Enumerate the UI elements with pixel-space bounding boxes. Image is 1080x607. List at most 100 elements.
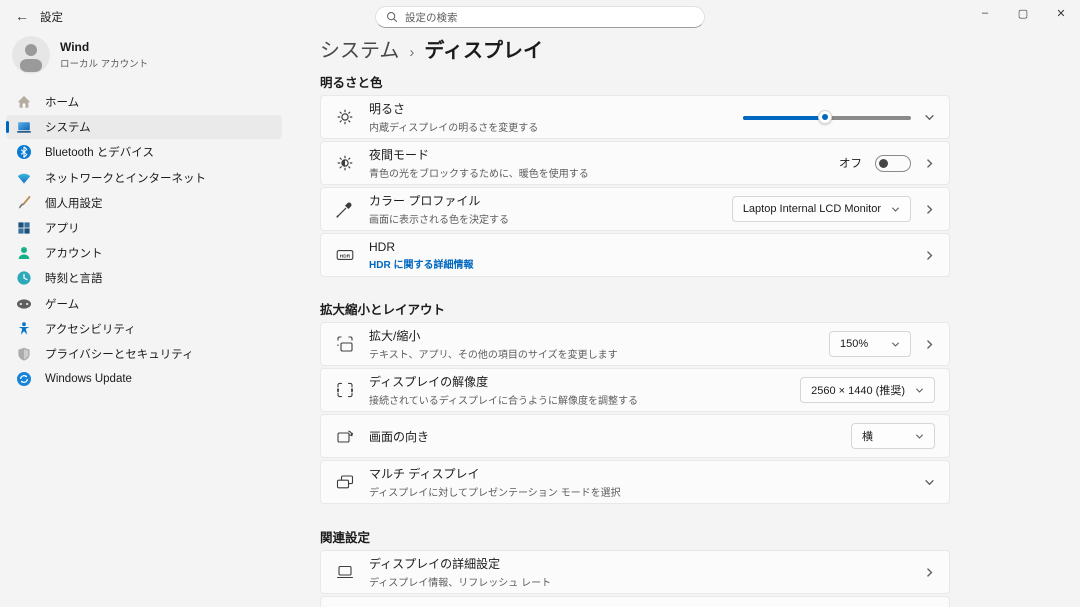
night-light-subtitle: 青色の光をブロックするために、暖色を使用する — [369, 165, 589, 180]
chevron-right-icon[interactable] — [924, 567, 935, 578]
chevron-right-icon[interactable] — [924, 339, 935, 350]
sidebar-item-accessibility[interactable]: アクセシビリティ — [6, 317, 282, 341]
close-button[interactable]: ✕ — [1042, 0, 1080, 26]
back-button[interactable]: ← — [12, 7, 32, 25]
color-profile-subtitle: 画面に表示される色を決定する — [369, 211, 509, 226]
scale-title: 拡大/縮小 — [369, 327, 618, 344]
color-profile-dropdown-value: Laptop Internal LCD Monitor — [743, 203, 881, 215]
chevron-down-icon — [915, 432, 924, 441]
sidebar-item-bluetooth-devices[interactable]: Bluetooth とデバイス — [6, 140, 282, 164]
user-account[interactable]: Wind ローカル アカウント — [12, 36, 148, 74]
row-night-light[interactable]: 夜間モード 青色の光をブロックするために、暖色を使用する オフ — [320, 141, 950, 185]
sidebar-item-label: アカウント — [45, 245, 103, 261]
color-profile-icon — [335, 199, 355, 219]
multiple-displays-title: マルチ ディスプレイ — [369, 465, 621, 482]
sidebar-item-home[interactable]: ホーム — [6, 90, 282, 114]
windows-update-icon — [16, 371, 32, 387]
scale-subtitle: テキスト、アプリ、その他の項目のサイズを変更します — [369, 346, 618, 361]
sidebar-item-label: 時刻と言語 — [45, 270, 103, 286]
sidebar-item-label: ネットワークとインターネット — [45, 170, 206, 186]
row-display-resolution: ディスプレイの解像度 接続されているディスプレイに合うように解像度を調整する 2… — [320, 368, 950, 412]
sidebar-item-system[interactable]: システム — [6, 115, 282, 139]
advanced-display-icon — [335, 562, 355, 582]
scale-icon — [335, 334, 355, 354]
avatar — [12, 36, 50, 74]
sidebar-item-time-language[interactable]: 時刻と言語 — [6, 266, 282, 290]
chevron-right-icon[interactable] — [924, 158, 935, 169]
display-resolution-dropdown-value: 2560 × 1440 (推奨) — [811, 382, 905, 398]
sidebar-item-label: アクセシビリティ — [45, 321, 136, 337]
chevron-down-icon — [915, 386, 924, 395]
row-graphics[interactable]: グラフィック — [320, 596, 950, 607]
hdr-info-link[interactable]: HDR に関する詳細情報 — [369, 256, 473, 271]
brightness-slider[interactable] — [743, 110, 911, 124]
advanced-display-title: ディスプレイの詳細設定 — [369, 555, 551, 572]
display-resolution-title: ディスプレイの解像度 — [369, 373, 638, 390]
row-hdr[interactable]: HDR HDR HDR に関する詳細情報 — [320, 233, 950, 277]
night-light-toggle-label: オフ — [839, 155, 862, 171]
app-title: 設定 — [40, 9, 63, 25]
sidebar-item-accounts[interactable]: アカウント — [6, 241, 282, 265]
scale-dropdown[interactable]: 150% — [829, 331, 911, 357]
sidebar-item-label: ゲーム — [45, 296, 79, 312]
row-brightness: 明るさ 内蔵ディスプレイの明るさを変更する — [320, 95, 950, 139]
privacy-icon — [16, 346, 32, 362]
display-orientation-dropdown-value: 横 — [862, 428, 873, 444]
chevron-down-icon[interactable] — [924, 112, 935, 123]
hdr-icon: HDR — [335, 245, 355, 265]
brightness-slider-thumb[interactable] — [818, 110, 832, 124]
brightness-title: 明るさ — [369, 100, 538, 117]
sidebar-item-label: 個人用設定 — [45, 195, 103, 211]
row-color-profile[interactable]: カラー プロファイル 画面に表示される色を決定する Laptop Interna… — [320, 187, 950, 231]
page-title: ディスプレイ — [424, 34, 543, 63]
sidebar-item-label: アプリ — [45, 220, 80, 236]
home-icon — [16, 94, 32, 110]
hdr-title: HDR — [369, 240, 473, 254]
color-profile-dropdown[interactable]: Laptop Internal LCD Monitor — [732, 196, 911, 222]
chevron-right-icon[interactable] — [924, 204, 935, 215]
sidebar-item-apps[interactable]: アプリ — [6, 216, 282, 240]
scale-dropdown-value: 150% — [840, 338, 868, 350]
display-resolution-dropdown[interactable]: 2560 × 1440 (推奨) — [800, 377, 935, 403]
time-language-icon — [16, 270, 32, 286]
row-advanced-display[interactable]: ディスプレイの詳細設定 ディスプレイ情報、リフレッシュ レート — [320, 550, 950, 594]
row-display-orientation: 画面の向き 横 — [320, 414, 950, 458]
row-multiple-displays[interactable]: マルチ ディスプレイ ディスプレイに対してプレゼンテーション モードを選択 — [320, 460, 950, 504]
sidebar-item-windows-update[interactable]: Windows Update — [6, 367, 282, 391]
minimize-button[interactable]: – — [966, 0, 1004, 26]
user-account-type: ローカル アカウント — [60, 56, 148, 70]
apps-icon — [16, 220, 32, 236]
section-title-related-settings: 関連設定 — [320, 527, 950, 546]
section-title-scale-layout: 拡大縮小とレイアウト — [320, 299, 950, 318]
night-light-icon — [335, 153, 355, 173]
breadcrumb-separator: › — [409, 44, 414, 61]
maximize-button[interactable]: ▢ — [1004, 0, 1042, 26]
chevron-right-icon[interactable] — [924, 250, 935, 261]
section-title-brightness-color: 明るさと色 — [320, 72, 950, 91]
chevron-down-icon[interactable] — [924, 477, 935, 488]
multiple-displays-subtitle: ディスプレイに対してプレゼンテーション モードを選択 — [369, 484, 621, 499]
breadcrumb-system[interactable]: システム — [320, 34, 399, 63]
sidebar-nav: ホーム システム Bluetooth とデバイス ネットワークとインターネット … — [6, 90, 282, 392]
brightness-icon — [335, 107, 355, 127]
display-orientation-dropdown[interactable]: 横 — [851, 423, 935, 449]
sidebar-item-privacy-security[interactable]: プライバシーとセキュリティ — [6, 342, 282, 366]
sidebar-item-label: システム — [45, 119, 91, 135]
advanced-display-subtitle: ディスプレイ情報、リフレッシュ レート — [369, 574, 551, 589]
svg-text:HDR: HDR — [340, 253, 351, 259]
sidebar-item-gaming[interactable]: ゲーム — [6, 292, 282, 316]
row-scale[interactable]: 拡大/縮小 テキスト、アプリ、その他の項目のサイズを変更します 150% — [320, 322, 950, 366]
breadcrumb: システム › ディスプレイ — [320, 34, 950, 63]
sidebar-item-label: Windows Update — [45, 373, 132, 385]
brightness-subtitle: 内蔵ディスプレイの明るさを変更する — [369, 119, 538, 134]
sidebar-item-label: プライバシーとセキュリティ — [45, 346, 194, 362]
brightness-slider-fill — [743, 116, 825, 120]
night-light-title: 夜間モード — [369, 146, 589, 163]
sidebar-item-personalization[interactable]: 個人用設定 — [6, 191, 282, 215]
night-light-toggle[interactable] — [875, 155, 911, 172]
bluetooth-icon — [16, 144, 32, 160]
personalization-icon — [16, 195, 32, 211]
network-icon — [16, 170, 32, 186]
chevron-down-icon — [891, 205, 900, 214]
sidebar-item-network-internet[interactable]: ネットワークとインターネット — [6, 166, 282, 190]
